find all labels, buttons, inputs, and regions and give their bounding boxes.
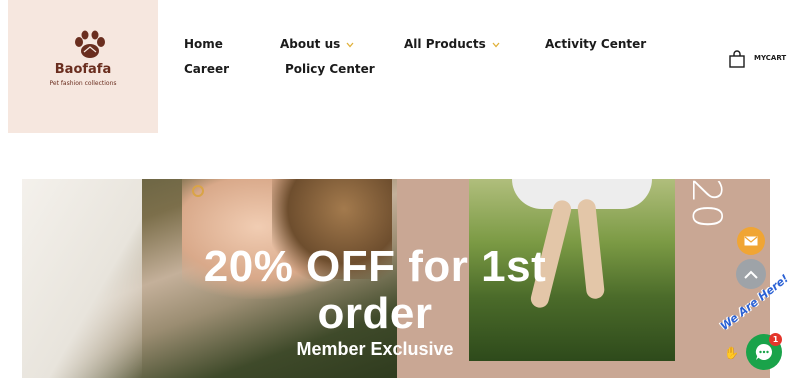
brand-tagline: Pet fashion collections (49, 80, 117, 87)
nav-label: Career (184, 62, 230, 76)
nav-home[interactable]: Home (184, 37, 223, 51)
shopping-bag-icon (729, 50, 745, 68)
nav-label: Home (184, 37, 223, 51)
photo-shirt (22, 179, 142, 378)
nav-activity-center[interactable]: Activity Center (545, 37, 646, 51)
email-button[interactable] (737, 227, 765, 255)
banner-title: 20% OFF for 1st order (203, 242, 547, 338)
scroll-top-button[interactable] (736, 259, 766, 289)
promo-banner[interactable]: 20 20% OFF for 1st order Member Exclusiv… (22, 179, 770, 378)
chat-bubble-icon (755, 343, 773, 360)
site-header: Baofafa Pet fashion collections Home Abo… (0, 0, 800, 140)
logo[interactable]: Baofafa Pet fashion collections (8, 0, 158, 133)
brand-name: Baofafa (54, 62, 112, 77)
chevron-up-icon (744, 270, 758, 279)
photo-earring (192, 185, 204, 197)
waving-hand-icon: ✋ (724, 346, 739, 360)
nav-label: All Products (404, 37, 486, 51)
nav-all-products[interactable]: All Products (404, 37, 500, 51)
nav-policy-center[interactable]: Policy Center (285, 62, 375, 76)
cart-label: MYCART (754, 54, 787, 62)
mail-icon (744, 236, 758, 246)
banner-subtitle: Member Exclusive (296, 339, 454, 359)
chevron-down-icon (492, 42, 500, 47)
nav-label: Activity Center (545, 37, 647, 51)
nav-about-us[interactable]: About us (280, 37, 354, 51)
chat-badge: 1 (769, 333, 782, 346)
nav-label: Policy Center (285, 62, 375, 76)
nav-career[interactable]: Career (184, 62, 229, 76)
paw-icon (75, 30, 105, 58)
chevron-down-icon (346, 42, 354, 47)
banner-vertical-text: 20 (683, 179, 729, 229)
nav-label: About us (280, 37, 341, 51)
